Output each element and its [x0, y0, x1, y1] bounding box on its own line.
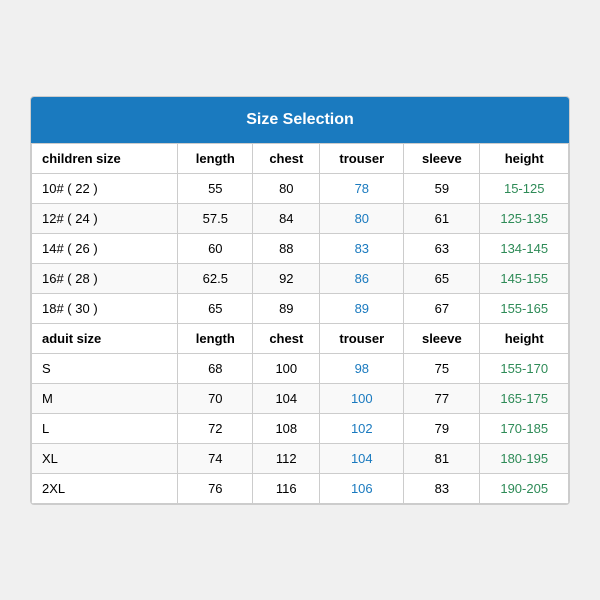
- adult-row: M 70 104 100 77 165-175: [32, 383, 569, 413]
- cell-adult-chest: 116: [253, 473, 320, 503]
- cell-adult-trouser: 106: [320, 473, 404, 503]
- col-header-chest: chest: [253, 143, 320, 173]
- cell-children-sleeve: 65: [404, 263, 480, 293]
- size-chart-card: Size Selection children size length ches…: [30, 96, 570, 505]
- col-header-adult-trouser: trouser: [320, 323, 404, 353]
- col-header-adult-length: length: [178, 323, 253, 353]
- adult-row: S 68 100 98 75 155-170: [32, 353, 569, 383]
- cell-children-length: 57.5: [178, 203, 253, 233]
- adult-row: XL 74 112 104 81 180-195: [32, 443, 569, 473]
- cell-adult-length: 74: [178, 443, 253, 473]
- cell-children-sleeve: 63: [404, 233, 480, 263]
- cell-children-trouser: 86: [320, 263, 404, 293]
- cell-children-trouser: 89: [320, 293, 404, 323]
- cell-children-sleeve: 61: [404, 203, 480, 233]
- size-table: children size length chest trouser sleev…: [31, 143, 569, 504]
- cell-adult-length: 70: [178, 383, 253, 413]
- cell-children-sleeve: 67: [404, 293, 480, 323]
- cell-children-height: 15-125: [480, 173, 569, 203]
- cell-adult-height: 180-195: [480, 443, 569, 473]
- col-header-adult-height: height: [480, 323, 569, 353]
- col-header-sleeve: sleeve: [404, 143, 480, 173]
- col-header-trouser: trouser: [320, 143, 404, 173]
- cell-children-chest: 80: [253, 173, 320, 203]
- children-row: 16# ( 28 ) 62.5 92 86 65 145-155: [32, 263, 569, 293]
- cell-adult-size: 2XL: [32, 473, 178, 503]
- cell-children-chest: 84: [253, 203, 320, 233]
- cell-children-height: 125-135: [480, 203, 569, 233]
- cell-adult-height: 190-205: [480, 473, 569, 503]
- cell-adult-chest: 108: [253, 413, 320, 443]
- col-header-children-size: children size: [32, 143, 178, 173]
- adult-header-row: aduit size length chest trouser sleeve h…: [32, 323, 569, 353]
- cell-children-length: 62.5: [178, 263, 253, 293]
- cell-children-length: 55: [178, 173, 253, 203]
- cell-children-size: 14# ( 26 ): [32, 233, 178, 263]
- cell-adult-chest: 100: [253, 353, 320, 383]
- cell-children-size: 16# ( 28 ): [32, 263, 178, 293]
- cell-adult-height: 170-185: [480, 413, 569, 443]
- col-header-length: length: [178, 143, 253, 173]
- cell-children-height: 155-165: [480, 293, 569, 323]
- cell-adult-chest: 104: [253, 383, 320, 413]
- col-header-adult-chest: chest: [253, 323, 320, 353]
- col-header-adult-size: aduit size: [32, 323, 178, 353]
- cell-children-size: 12# ( 24 ): [32, 203, 178, 233]
- cell-adult-length: 68: [178, 353, 253, 383]
- cell-children-chest: 92: [253, 263, 320, 293]
- children-row: 10# ( 22 ) 55 80 78 59 15-125: [32, 173, 569, 203]
- children-row: 12# ( 24 ) 57.5 84 80 61 125-135: [32, 203, 569, 233]
- children-row: 14# ( 26 ) 60 88 83 63 134-145: [32, 233, 569, 263]
- children-header-row: children size length chest trouser sleev…: [32, 143, 569, 173]
- cell-adult-sleeve: 75: [404, 353, 480, 383]
- cell-children-height: 145-155: [480, 263, 569, 293]
- cell-children-chest: 89: [253, 293, 320, 323]
- cell-children-chest: 88: [253, 233, 320, 263]
- cell-children-sleeve: 59: [404, 173, 480, 203]
- adult-row: L 72 108 102 79 170-185: [32, 413, 569, 443]
- col-header-height: height: [480, 143, 569, 173]
- cell-adult-size: S: [32, 353, 178, 383]
- cell-adult-sleeve: 77: [404, 383, 480, 413]
- cell-adult-trouser: 98: [320, 353, 404, 383]
- cell-children-height: 134-145: [480, 233, 569, 263]
- cell-adult-length: 72: [178, 413, 253, 443]
- cell-adult-trouser: 100: [320, 383, 404, 413]
- adult-row: 2XL 76 116 106 83 190-205: [32, 473, 569, 503]
- cell-adult-height: 165-175: [480, 383, 569, 413]
- col-header-adult-sleeve: sleeve: [404, 323, 480, 353]
- cell-adult-size: XL: [32, 443, 178, 473]
- cell-adult-size: M: [32, 383, 178, 413]
- cell-adult-trouser: 104: [320, 443, 404, 473]
- title-bar: Size Selection: [31, 97, 569, 143]
- cell-adult-chest: 112: [253, 443, 320, 473]
- cell-children-size: 18# ( 30 ): [32, 293, 178, 323]
- cell-adult-height: 155-170: [480, 353, 569, 383]
- cell-adult-size: L: [32, 413, 178, 443]
- cell-adult-trouser: 102: [320, 413, 404, 443]
- children-row: 18# ( 30 ) 65 89 89 67 155-165: [32, 293, 569, 323]
- cell-adult-sleeve: 79: [404, 413, 480, 443]
- cell-children-length: 65: [178, 293, 253, 323]
- cell-children-trouser: 80: [320, 203, 404, 233]
- cell-adult-sleeve: 83: [404, 473, 480, 503]
- cell-children-trouser: 78: [320, 173, 404, 203]
- cell-adult-length: 76: [178, 473, 253, 503]
- cell-children-size: 10# ( 22 ): [32, 173, 178, 203]
- cell-children-length: 60: [178, 233, 253, 263]
- cell-children-trouser: 83: [320, 233, 404, 263]
- cell-adult-sleeve: 81: [404, 443, 480, 473]
- chart-title: Size Selection: [246, 111, 354, 128]
